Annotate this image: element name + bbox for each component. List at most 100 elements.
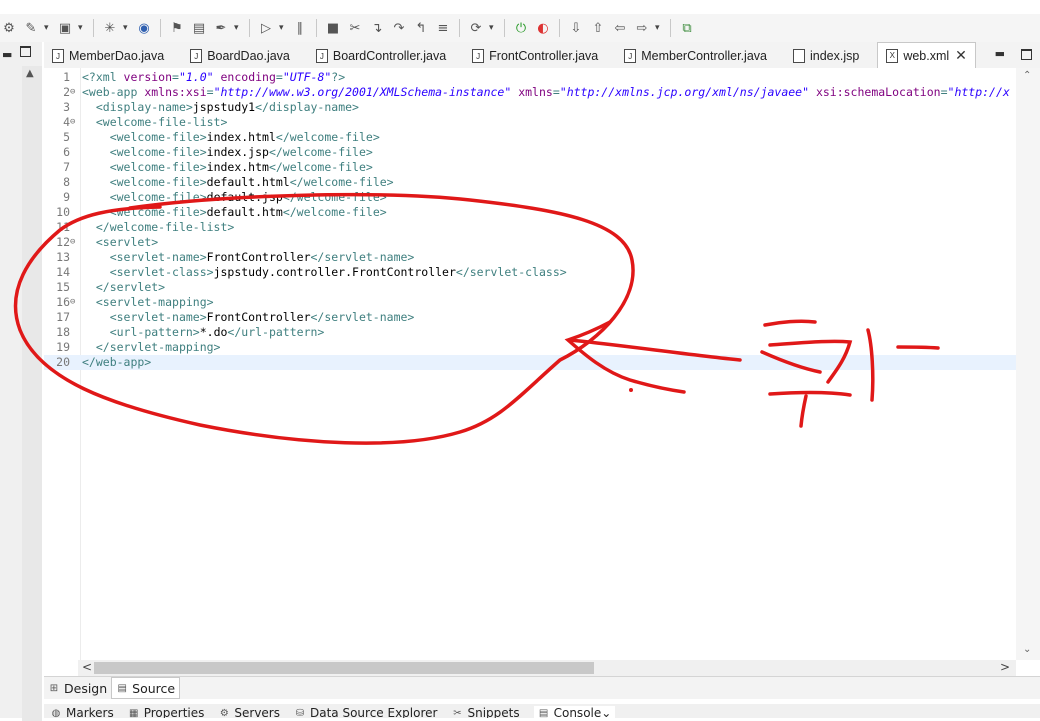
code-line[interactable]: 10 <welcome-file>default.htm</welcome-fi… (44, 205, 1016, 220)
code-line[interactable]: 4 ⊖ <welcome-file-list> (44, 115, 1016, 130)
coverage-icon[interactable]: ⟳ (467, 19, 485, 37)
gear-icon[interactable]: ⚙ (0, 19, 18, 37)
step-into-icon[interactable]: ↴ (368, 19, 386, 37)
code-text: <welcome-file>default.html</welcome-file… (109, 175, 394, 189)
vertical-scrollbar[interactable]: ⌃ ⌄ (1016, 68, 1040, 660)
tab-source[interactable]: ▤ Source (111, 677, 181, 699)
code-line[interactable]: 2 ⊖ <web-app xmlns:xsi="http://www.w3.org/… (44, 85, 1016, 100)
code-line[interactable]: 18 <url-pattern>*.do</url-pattern> (44, 325, 1016, 340)
dropdown-caret-icon[interactable]: ▾ (655, 23, 663, 33)
tab-design[interactable]: ⊞ Design (44, 678, 111, 698)
run-icon[interactable]: ✎ (22, 19, 40, 37)
stop-icon[interactable]: ■ (324, 19, 342, 37)
view-tab-console[interactable]: ▤ Console ⌄ (533, 706, 616, 718)
step-over-icon[interactable]: ↷ (390, 19, 408, 37)
fold-toggle-icon[interactable]: ⊖ (70, 295, 78, 310)
view-tab-servers[interactable]: ⚙ Servers (218, 706, 280, 718)
code-text: <servlet-name>FrontController</servlet-n… (109, 250, 415, 264)
editor-tab[interactable]: J BoardDao.java (182, 44, 298, 68)
line-number: 3 (63, 100, 70, 114)
horizontal-scrollbar[interactable]: < > (78, 660, 1016, 676)
pin-icon[interactable]: ✒ (212, 19, 230, 37)
view-tab-markers[interactable]: ◍ Markers (50, 706, 114, 718)
left-scrollbar[interactable] (22, 66, 42, 721)
run-green-icon[interactable]: ⏻ (512, 19, 530, 37)
debug-icon[interactable]: ✳ (101, 19, 119, 37)
code-line[interactable]: 12 ⊖ <servlet> (44, 235, 1016, 250)
close-icon[interactable]: ✕ (955, 47, 967, 64)
prev-annotation-icon[interactable]: ⇧ (589, 19, 607, 37)
line-number: 15 (56, 280, 70, 294)
bottom-views-bar: ◍ Markers ▦ Properties ⚙ Servers ⛁ Data Source … (44, 704, 1040, 718)
step-return-icon[interactable]: ↰ (412, 19, 430, 37)
maximize-icon[interactable] (1021, 49, 1032, 60)
editor-tab[interactable]: J MemberDao.java (44, 44, 172, 68)
code-line[interactable]: 14 <servlet-class>jspstudy.controller.Fr… (44, 265, 1016, 280)
scroll-up-icon[interactable]: ▲ (26, 68, 34, 79)
code-line[interactable]: 19 </servlet-mapping> (44, 340, 1016, 355)
dropdown-caret-icon[interactable]: ▾ (44, 23, 52, 33)
editor-tab[interactable]: index.jsp (785, 44, 867, 68)
editor-tab[interactable]: J BoardController.java (308, 44, 454, 68)
chevron-down-icon[interactable]: ⌄ (601, 706, 611, 718)
left-panel-strip: ▬ ▲ (0, 42, 42, 721)
dropdown-caret-icon[interactable]: ▾ (234, 23, 242, 33)
code-line[interactable]: 20 </web-app> (44, 355, 1016, 370)
suspend-icon[interactable]: ∥ (291, 19, 309, 37)
code-text: <welcome-file>default.htm</welcome-file> (109, 205, 387, 219)
code-line[interactable]: 13 <servlet-name>FrontController</servle… (44, 250, 1016, 265)
view-tab-label: Markers (66, 706, 114, 718)
dropdown-caret-icon[interactable]: ▾ (123, 23, 131, 33)
scrollbar-thumb[interactable] (94, 662, 594, 674)
scroll-left-icon[interactable]: < (82, 660, 92, 674)
fold-toggle-icon[interactable]: ⊖ (70, 115, 78, 130)
code-text: <welcome-file>index.htm</welcome-file> (109, 160, 373, 174)
next-annotation-icon[interactable]: ⇩ (567, 19, 585, 37)
minimize-icon[interactable]: ▬ (995, 47, 1005, 60)
scroll-right-icon[interactable]: > (1000, 660, 1010, 674)
editor-tab[interactable]: J FrontController.java (464, 44, 606, 68)
console-icon[interactable]: ▤ (190, 19, 208, 37)
globe-icon[interactable]: ◉ (135, 19, 153, 37)
disconnect-icon[interactable]: ✂ (346, 19, 364, 37)
resume-icon[interactable]: ▷ (257, 19, 275, 37)
code-text: </welcome-file-list> (95, 220, 235, 234)
code-editor[interactable]: 1 <?xml version="1.0" encoding="UTF-8"?> 2… (44, 68, 1016, 660)
java-file-icon: J (52, 49, 64, 63)
editor-tab[interactable]: Xweb.xml ✕ (877, 42, 976, 68)
design-icon: ⊞ (49, 682, 59, 694)
view-tab-data-source-explorer[interactable]: ⛁ Data Source Explorer (294, 706, 438, 719)
line-number: 19 (56, 340, 70, 354)
team-icon[interactable]: ⚑ (168, 19, 186, 37)
code-line[interactable]: 9 <welcome-file>default.jsp</welcome-fil… (44, 190, 1016, 205)
code-line[interactable]: 16 ⊖ <servlet-mapping> (44, 295, 1016, 310)
code-line[interactable]: 7 <welcome-file>index.htm</welcome-file> (44, 160, 1016, 175)
fold-toggle-icon[interactable]: ⊖ (70, 85, 78, 100)
code-line[interactable]: 3 <display-name>jspstudy1</display-name> (44, 100, 1016, 115)
code-line[interactable]: 17 <servlet-name>FrontController</servle… (44, 310, 1016, 325)
code-line[interactable]: 8 <welcome-file>default.html</welcome-fi… (44, 175, 1016, 190)
maximize-icon[interactable] (20, 46, 31, 57)
code-line[interactable]: 1 <?xml version="1.0" encoding="UTF-8"?> (44, 70, 1016, 85)
code-line[interactable]: 6 <welcome-file>index.jsp</welcome-file> (44, 145, 1016, 160)
view-tab-snippets[interactable]: ✂ Snippets (451, 706, 519, 718)
minimize-icon[interactable]: ▬ (2, 48, 12, 61)
forward-icon[interactable]: ⇨ (633, 19, 651, 37)
dropdown-caret-icon[interactable]: ▾ (489, 23, 497, 33)
code-line[interactable]: 15 </servlet> (44, 280, 1016, 295)
view-tab-properties[interactable]: ▦ Properties (128, 706, 204, 718)
new-window-icon[interactable]: ⧉ (678, 19, 696, 37)
code-line[interactable]: 5 <welcome-file>index.html</welcome-file… (44, 130, 1016, 145)
back-icon[interactable]: ⇦ (611, 19, 629, 37)
editor-tab[interactable]: J MemberController.java (616, 44, 775, 68)
dropdown-caret-icon[interactable]: ▾ (279, 23, 287, 33)
code-line[interactable]: 11 </welcome-file-list> (44, 220, 1016, 235)
external-tools-icon[interactable]: ◐ (534, 19, 552, 37)
scroll-up-icon[interactable]: ⌃ (1023, 70, 1031, 81)
folder-open-icon[interactable]: ▣ (56, 19, 74, 37)
scroll-down-icon[interactable]: ⌄ (1023, 644, 1031, 655)
drop-frame-icon[interactable]: ≡ (434, 19, 452, 37)
dropdown-caret-icon[interactable]: ▾ (78, 23, 86, 33)
fold-toggle-icon[interactable]: ⊖ (70, 235, 78, 250)
datasource-icon: ⛁ (295, 707, 305, 719)
